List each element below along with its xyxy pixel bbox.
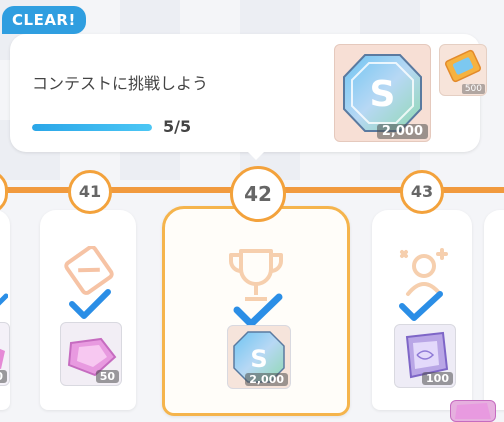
mission-title: コンテストに挑戦しよう	[32, 74, 209, 93]
reward-item-42: S 2,000	[227, 325, 291, 389]
level-node-43: 43	[400, 170, 444, 214]
reward-side[interactable]: 500	[439, 44, 487, 96]
checkmark-icon	[0, 293, 8, 306]
mission-popup[interactable]: コンテストに挑戦しよう 5/5 S 2,000 500	[10, 34, 487, 152]
reward-card-43[interactable]: 100	[372, 210, 472, 410]
level-node-41: 41	[68, 170, 112, 214]
level-node-42: 42	[230, 166, 286, 222]
reward-main[interactable]: S 2,000	[334, 44, 431, 142]
svg-text:S: S	[250, 345, 267, 373]
checkmark-icon	[69, 289, 111, 319]
pink-crystal-icon	[455, 403, 491, 419]
progress-fill	[32, 124, 152, 131]
reward-qty-43: 100	[422, 372, 453, 385]
reward-card-42[interactable]: S 2,000	[162, 206, 350, 416]
checkmark-icon	[233, 293, 283, 328]
reward-card-41[interactable]: 50	[40, 210, 136, 410]
popup-tail	[246, 150, 266, 160]
reward-qty-41: 50	[95, 370, 119, 383]
reward-qty-40: 0	[0, 370, 7, 383]
checkmark-icon	[399, 291, 443, 321]
clear-badge: CLEAR!	[2, 6, 86, 34]
svg-text:S: S	[370, 74, 396, 115]
reward-qty-42: 2,000	[245, 373, 288, 386]
reward-item-41: 50	[60, 322, 122, 386]
reward-item-44	[450, 400, 496, 422]
reward-item-40: 0	[0, 322, 10, 386]
reward-item-43: 100	[394, 324, 456, 388]
progress-text: 5/5	[163, 117, 192, 136]
reward-main-qty: 2,000	[376, 124, 428, 139]
reward-card-40[interactable]: 0	[0, 210, 10, 410]
reward-side-qty: 500	[461, 84, 485, 94]
progress-bar	[32, 124, 152, 131]
level-node-40	[0, 170, 8, 214]
reward-card-44[interactable]	[450, 210, 504, 422]
